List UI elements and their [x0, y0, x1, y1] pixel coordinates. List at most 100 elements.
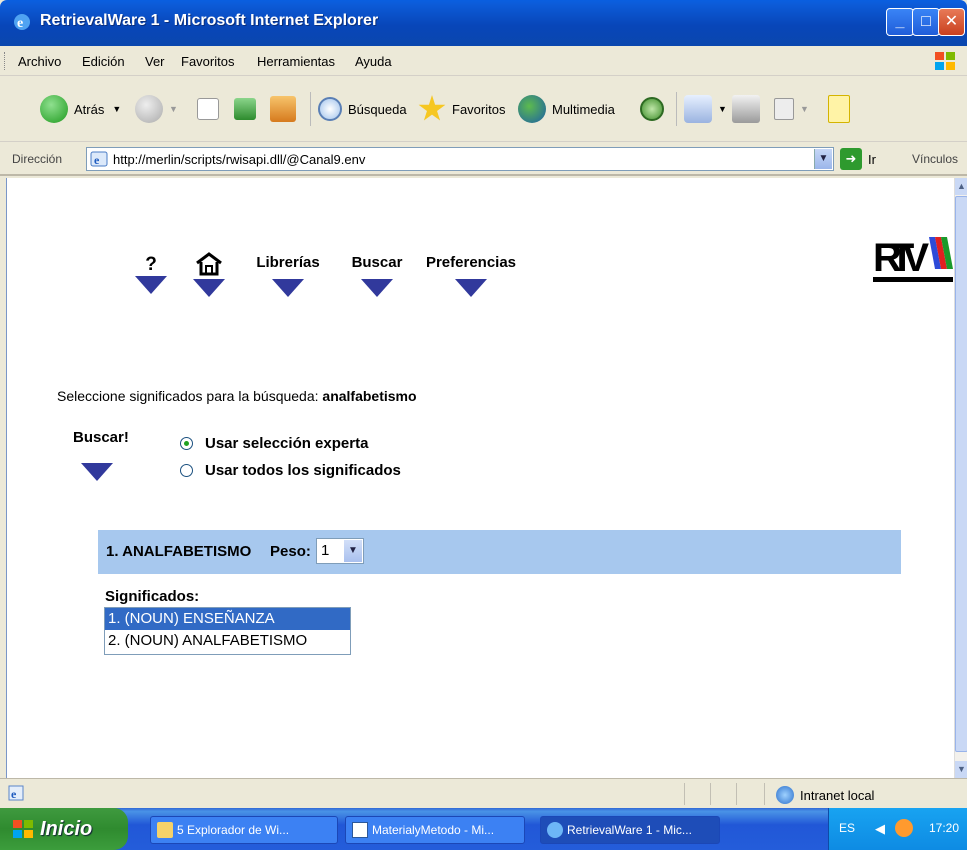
- stop-button[interactable]: [197, 90, 225, 128]
- history-icon: [640, 97, 664, 121]
- printer-icon: [732, 95, 760, 123]
- chevron-down-icon[interactable]: ▼: [344, 540, 362, 562]
- menu-favoritos[interactable]: Favoritos: [181, 54, 234, 69]
- forward-arrow-icon: [135, 95, 163, 123]
- tray-expand-icon[interactable]: ◀: [875, 821, 885, 837]
- radio-all-row[interactable]: Usar todos los significados: [180, 462, 401, 479]
- close-button[interactable]: ✕: [938, 8, 965, 36]
- task-explorer[interactable]: 5 Explorador de Wi...: [150, 816, 338, 844]
- favorites-button[interactable]: Favoritos: [418, 90, 505, 128]
- radio-all[interactable]: [180, 464, 193, 477]
- toolbar-grip[interactable]: [4, 52, 7, 70]
- dropdown-arrow-icon[interactable]: ▼: [169, 104, 178, 114]
- triangle-down-icon: [272, 279, 304, 297]
- task-ie[interactable]: RetrievalWare 1 - Mic...: [540, 816, 720, 844]
- peso-label: Peso:: [270, 543, 311, 560]
- maximize-button[interactable]: □: [912, 8, 940, 36]
- network-icon[interactable]: [895, 819, 913, 837]
- dropdown-arrow-icon[interactable]: ▼: [800, 104, 809, 114]
- triangle-down-icon: [455, 279, 487, 297]
- minimize-button[interactable]: _: [886, 8, 914, 36]
- buscar-label[interactable]: Buscar!: [73, 429, 129, 446]
- print-button[interactable]: [732, 90, 766, 128]
- search-button[interactable]: Búsqueda: [318, 90, 407, 128]
- menu-edicion[interactable]: Edición: [82, 54, 125, 69]
- menu-herramientas[interactable]: Herramientas: [257, 54, 335, 69]
- windows-logo-icon: [935, 52, 955, 70]
- minimize-icon: _: [895, 13, 905, 30]
- svg-text:e: e: [11, 787, 17, 801]
- dropdown-arrow-icon[interactable]: ▼: [112, 104, 121, 114]
- language-indicator[interactable]: ES: [839, 821, 855, 835]
- home-outline-icon: [196, 252, 222, 276]
- radio-expert[interactable]: [180, 437, 193, 450]
- back-label: Atrás: [74, 101, 105, 117]
- libraries-label: Librerías: [256, 254, 320, 271]
- clock: 17:20: [929, 821, 960, 835]
- prompt-text: Seleccione significados para la búsqueda…: [57, 388, 319, 404]
- search-label: Búsqueda: [348, 101, 407, 117]
- nav-libraries[interactable]: Librerías: [253, 254, 323, 300]
- meanings-label: Significados:: [105, 588, 200, 605]
- address-bar: Dirección e http://merlin/scripts/rwisap…: [0, 142, 967, 176]
- start-label: Inicio: [40, 817, 93, 840]
- home-button[interactable]: [270, 90, 302, 128]
- go-button[interactable]: ➜ Ir: [840, 148, 876, 170]
- search-prompt: Seleccione significados para la búsqueda…: [57, 388, 417, 404]
- windows-flag-icon: [13, 820, 33, 838]
- mail-icon: [684, 95, 712, 123]
- start-button[interactable]: Inicio: [0, 808, 128, 850]
- standard-toolbar: Atrás ▼ ▼ Búsqueda Favoritos Multimedia: [0, 76, 967, 142]
- radio-expert-label: Usar selección experta: [205, 435, 369, 452]
- scroll-down-icon[interactable]: ▼: [955, 761, 967, 778]
- meaning-option[interactable]: 2. (NOUN) ANALFABETISMO: [105, 630, 350, 652]
- search-nav-label: Buscar: [351, 254, 403, 271]
- scroll-up-icon[interactable]: ▲: [955, 178, 967, 195]
- history-button[interactable]: [640, 90, 670, 128]
- status-bar: e Intranet local: [0, 778, 967, 808]
- window-title: RetrievalWare 1 - Microsoft Internet Exp…: [40, 12, 379, 29]
- preferences-label: Preferencias: [425, 254, 517, 271]
- menu-ayuda[interactable]: Ayuda: [355, 54, 392, 69]
- svg-text:RTV: RTV: [873, 236, 929, 280]
- media-icon: [518, 95, 546, 123]
- radio-expert-row[interactable]: Usar selección experta: [180, 435, 368, 452]
- meanings-listbox[interactable]: 1. (NOUN) ENSEÑANZA 2. (NOUN) ANALFABETI…: [104, 607, 351, 655]
- status-divider: [710, 783, 711, 805]
- nav-preferences[interactable]: Preferencias: [421, 254, 521, 300]
- scroll-thumb[interactable]: [955, 196, 967, 752]
- nav-home[interactable]: [193, 252, 225, 297]
- edit-button[interactable]: ▼: [774, 90, 809, 128]
- taskbar: Inicio 5 Explorador de Wi... MaterialyMe…: [0, 808, 967, 850]
- nav-help[interactable]: ?: [135, 254, 167, 297]
- ie-icon: e: [14, 14, 30, 31]
- links-label[interactable]: Vínculos: [912, 152, 958, 166]
- title-bar[interactable]: e RetrievalWare 1 - Microsoft Internet E…: [0, 0, 967, 46]
- address-input[interactable]: e http://merlin/scripts/rwisapi.dll/@Can…: [86, 147, 834, 171]
- nav-search[interactable]: Buscar: [349, 254, 405, 300]
- forward-button[interactable]: ▼: [135, 90, 178, 128]
- messenger-button[interactable]: [828, 90, 856, 128]
- toolbar-separator: [676, 92, 677, 126]
- ie-task-icon: [547, 822, 563, 838]
- address-dropdown-icon[interactable]: ▼: [814, 149, 832, 169]
- word-doc-icon: [352, 822, 368, 838]
- meaning-option[interactable]: 1. (NOUN) ENSEÑANZA: [105, 608, 350, 630]
- back-button[interactable]: Atrás ▼: [40, 90, 121, 128]
- go-arrow-icon: ➜: [840, 148, 862, 170]
- menu-ver[interactable]: Ver: [145, 54, 165, 69]
- svg-text:e: e: [94, 153, 100, 167]
- task-word[interactable]: MaterialyMetodo - Mi...: [345, 816, 525, 844]
- buscar-button[interactable]: [81, 463, 113, 481]
- refresh-button[interactable]: [234, 90, 262, 128]
- mail-button[interactable]: ▼: [684, 90, 727, 128]
- stop-icon: [197, 98, 219, 120]
- dropdown-arrow-icon[interactable]: ▼: [718, 104, 727, 114]
- address-url: http://merlin/scripts/rwisapi.dll/@Canal…: [113, 152, 366, 167]
- page-icon: e: [90, 151, 108, 167]
- vertical-scrollbar[interactable]: ▲ ▼: [954, 178, 967, 778]
- peso-select[interactable]: 1 ▼: [316, 538, 364, 564]
- refresh-icon: [234, 98, 256, 120]
- media-button[interactable]: Multimedia: [518, 90, 615, 128]
- menu-archivo[interactable]: Archivo: [18, 54, 61, 69]
